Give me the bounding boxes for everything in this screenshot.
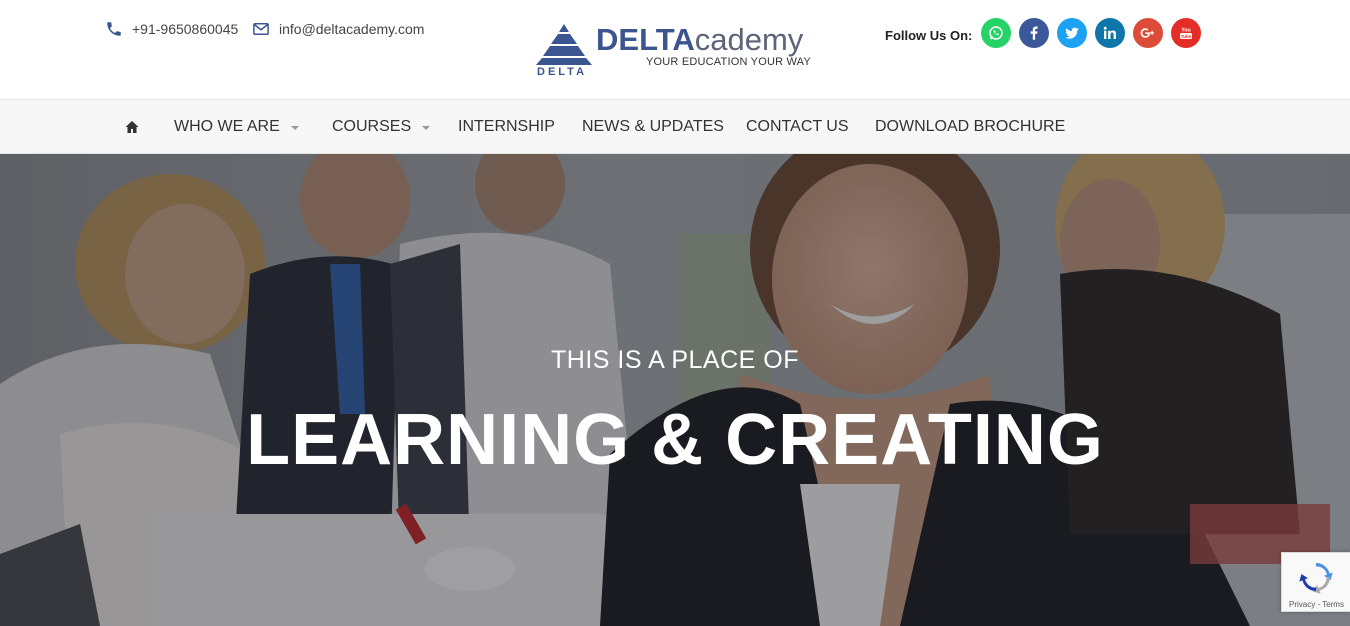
phone-icon bbox=[105, 20, 123, 38]
chevron-down-icon bbox=[290, 126, 299, 130]
recaptcha-badge[interactable]: Privacy - Terms bbox=[1281, 552, 1350, 612]
email-address: info@deltacademy.com bbox=[279, 21, 425, 37]
logo-brand: DELTAcademy bbox=[596, 23, 803, 57]
hero-subtitle: THIS IS A PLACE OF bbox=[551, 346, 799, 374]
social-links: You Tube bbox=[981, 18, 1209, 48]
nav-item-news-updates[interactable]: NEWS & UPDATES bbox=[582, 118, 724, 136]
logo-brand-light: cademy bbox=[694, 22, 804, 57]
logo-tagline: YOUR EDUCATION YOUR WAY bbox=[646, 56, 811, 68]
nav-item-who-we-are[interactable]: WHO WE ARE bbox=[174, 118, 299, 136]
svg-text:You: You bbox=[1181, 28, 1191, 34]
nav-item-label: CONTACT US bbox=[746, 118, 849, 135]
hero-overlay bbox=[0, 154, 1350, 626]
phone-number: +91-9650860045 bbox=[132, 21, 239, 37]
nav-item-contact-us[interactable]: CONTACT US bbox=[746, 118, 849, 136]
hero-banner: THIS IS A PLACE OF LEARNING & CREATING bbox=[0, 154, 1350, 626]
recaptcha-links[interactable]: Privacy - Terms bbox=[1289, 600, 1344, 609]
nav-item-internship[interactable]: INTERNSHIP bbox=[458, 118, 555, 136]
nav-item-label: NEWS & UPDATES bbox=[582, 118, 724, 135]
facebook-icon[interactable] bbox=[1019, 18, 1049, 48]
hero-title: LEARNING & CREATING bbox=[246, 400, 1104, 480]
recaptcha-icon bbox=[1299, 563, 1333, 594]
nav-item-label: DOWNLOAD BROCHURE bbox=[875, 118, 1066, 135]
envelope-icon bbox=[252, 20, 270, 38]
logo-brand-bold: DELTA bbox=[596, 22, 695, 57]
chevron-down-icon bbox=[422, 126, 431, 130]
delta-triangle-icon bbox=[536, 24, 592, 65]
email-contact[interactable]: info@deltacademy.com bbox=[252, 20, 424, 38]
nav-item-courses[interactable]: COURSES bbox=[332, 118, 431, 136]
whatsapp-icon[interactable] bbox=[981, 18, 1011, 48]
follow-us-label: Follow Us On: bbox=[885, 28, 973, 43]
top-header: +91-9650860045 info@deltacademy.com DELT… bbox=[0, 0, 1350, 99]
main-navigation: WHO WE ARE COURSES INTERNSHIP NEWS & UPD… bbox=[0, 99, 1350, 154]
nav-item-label: WHO WE ARE bbox=[174, 118, 280, 135]
logo-mark-text: DELTA bbox=[537, 66, 588, 78]
site-logo[interactable]: DELTA DELTAcademy YOUR EDUCATION YOUR WA… bbox=[533, 22, 823, 80]
phone-contact[interactable]: +91-9650860045 bbox=[105, 20, 238, 38]
youtube-icon[interactable]: You Tube bbox=[1171, 18, 1201, 48]
svg-text:Tube: Tube bbox=[1181, 34, 1192, 39]
nav-item-label: COURSES bbox=[332, 118, 412, 135]
nav-item-label: INTERNSHIP bbox=[458, 118, 555, 135]
nav-item-download-brochure[interactable]: DOWNLOAD BROCHURE bbox=[875, 118, 1065, 136]
twitter-icon[interactable] bbox=[1057, 18, 1087, 48]
home-icon[interactable] bbox=[124, 119, 140, 135]
linkedin-icon[interactable] bbox=[1095, 18, 1125, 48]
google-plus-icon[interactable] bbox=[1133, 18, 1163, 48]
